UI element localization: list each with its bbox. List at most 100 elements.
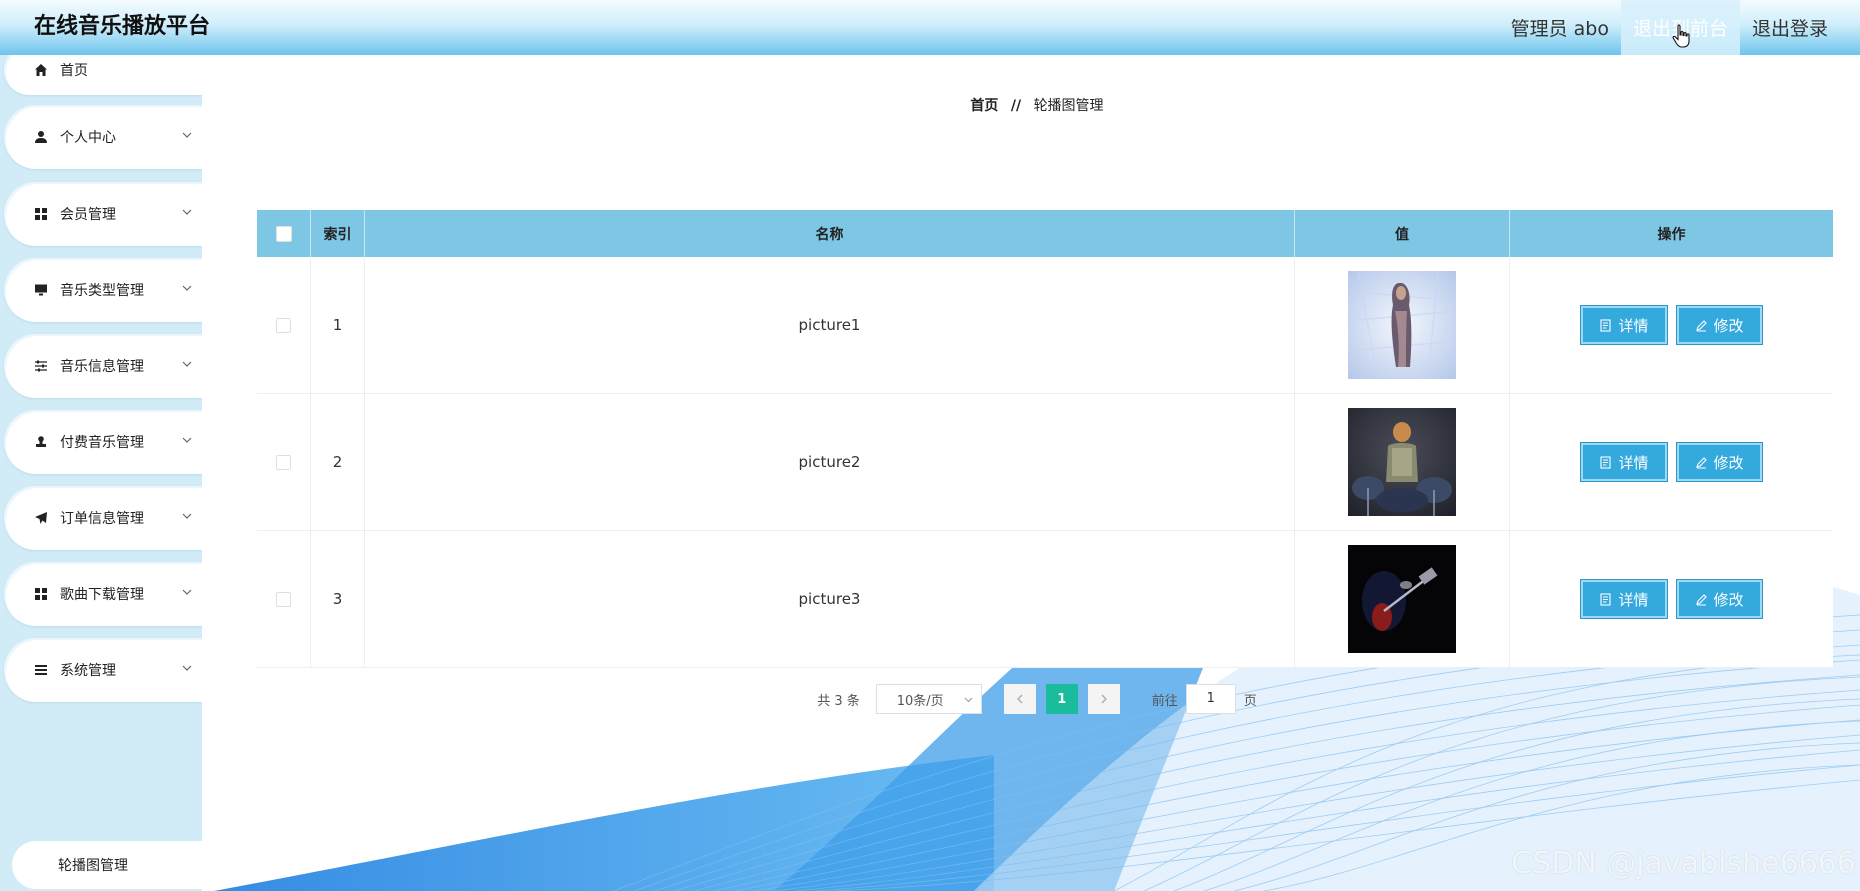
sidebar-item-label: 订单信息管理 [60,511,144,527]
row-value-cell [1295,257,1510,393]
table-header: 索引 名称 值 操作 [257,210,1833,257]
edit-button[interactable]: 修改 [1675,305,1763,345]
row-value-cell [1295,531,1510,667]
next-page-button[interactable] [1087,684,1120,714]
monitor-icon [34,283,48,297]
pagination: 共 3 条 10条/页 1 前往 1 页 [214,683,1860,715]
select-all-checkbox[interactable] [275,225,292,242]
sliders-icon [34,359,48,373]
chevron-down-icon [182,209,192,215]
sidebar-item-label: 音乐类型管理 [60,283,144,299]
sidebar-item-system[interactable]: 系统管理 [4,638,204,702]
main-content: 首页 // 轮播图管理 索引 名称 值 操作 1 picture1 详情 修改 … [214,55,1860,891]
edit-button[interactable]: 修改 [1675,579,1763,619]
admin-user-label: 管理员 abo [1510,18,1609,40]
chevron-right-icon [1101,694,1107,704]
row-name: picture3 [365,531,1295,667]
sidebar-item-downloads[interactable]: 歌曲下载管理 [4,562,204,626]
sidebar-item-label: 首页 [60,63,88,79]
column-header-value: 值 [1295,210,1510,257]
sidebar-item-label: 歌曲下载管理 [60,587,144,603]
table-row: 1 picture1 详情 修改 [257,257,1833,394]
sidebar-item-members[interactable]: 会员管理 [4,182,204,246]
detail-button[interactable]: 详情 [1580,579,1668,619]
table-row: 3 picture3 详情 修改 [257,531,1833,668]
top-header: 在线音乐播放平台 管理员 abo 退出到前台 退出登录 [0,0,1860,55]
header-actions: 管理员 abo 退出到前台 退出登录 [1499,0,1840,55]
chevron-left-icon [1016,694,1023,704]
document-icon [1600,592,1612,606]
chevron-down-icon [182,132,192,138]
goto-label: 前往 [1151,693,1178,709]
chevron-down-icon [182,589,192,595]
column-header-name: 名称 [365,210,1295,257]
edit-button[interactable]: 修改 [1675,442,1763,482]
sidebar-item-profile[interactable]: 个人中心 [4,105,204,169]
row-name: picture1 [365,257,1295,393]
edit-button-label: 修改 [1713,453,1744,472]
sidebar-item-label: 系统管理 [60,663,116,679]
woman-portrait-image [1348,271,1456,379]
row-select-cell [257,257,311,393]
sidebar: 首页 个人中心 会员管理 音乐类型管理 音乐信息管理 付费音乐管理 订单信息管理… [0,45,210,891]
grid-icon [34,207,48,221]
pencil-icon [1695,456,1707,468]
row-value-cell [1295,394,1510,530]
chevron-down-icon [182,665,192,671]
select-all-cell [257,210,311,257]
page-size-select[interactable]: 10条/页 [875,684,982,714]
row-name: picture2 [365,394,1295,530]
row-index: 3 [311,531,365,667]
column-header-actions: 操作 [1657,226,1686,243]
prev-page-button[interactable] [1003,684,1036,714]
send-icon [34,511,48,525]
app-title: 在线音乐播放平台 [34,14,211,39]
user-icon [34,130,48,144]
grid-icon [34,587,48,601]
breadcrumb: 首页 // 轮播图管理 [214,95,1860,115]
pencil-icon [1695,593,1707,605]
row-index: 1 [311,257,365,393]
drummer-image [1348,408,1456,516]
sidebar-item-label: 付费音乐管理 [60,435,144,451]
home-icon [34,63,48,77]
logout-link[interactable]: 退出登录 [1740,0,1840,55]
list-icon [34,663,48,677]
chevron-down-icon [182,437,192,443]
watermark-text: CSDN @javabishe6666 [1511,846,1856,881]
chevron-down-icon [182,513,192,519]
row-checkbox[interactable] [276,454,291,470]
sidebar-item-music-types[interactable]: 音乐类型管理 [4,258,204,322]
sidebar-item-paid-music[interactable]: 付费音乐管理 [4,410,204,474]
page-number-current[interactable]: 1 [1045,684,1078,714]
sidebar-item-orders[interactable]: 订单信息管理 [4,486,204,550]
sidebar-subitem-carousel[interactable]: 轮播图管理 [12,841,202,889]
row-select-cell [257,394,311,530]
detail-button-label: 详情 [1618,316,1649,335]
detail-button[interactable]: 详情 [1580,442,1668,482]
row-actions-cell: 详情 修改 [1510,394,1833,530]
sidebar-item-label: 会员管理 [60,207,116,223]
sidebar-item-label: 个人中心 [60,130,116,146]
page-size-value: 10条/页 [896,693,944,709]
table-row: 2 picture2 详情 修改 [257,394,1833,531]
breadcrumb-separator: // [1010,98,1022,114]
sidebar-item-music-info[interactable]: 音乐信息管理 [4,334,204,398]
column-header-index: 索引 [311,210,365,257]
row-checkbox[interactable] [276,317,291,333]
detail-button-label: 详情 [1618,453,1649,472]
detail-button-label: 详情 [1618,590,1649,609]
goto-page-input[interactable]: 1 [1185,684,1236,714]
hand-cursor-icon [1672,24,1690,48]
edit-button-label: 修改 [1713,316,1744,335]
page-unit-label: 页 [1243,693,1257,709]
total-count: 共 3 条 [817,693,860,709]
document-icon [1600,455,1612,469]
chevron-down-icon [182,285,192,291]
row-select-cell [257,531,311,667]
row-checkbox[interactable] [276,591,291,607]
detail-button[interactable]: 详情 [1580,305,1668,345]
row-index: 2 [311,394,365,530]
breadcrumb-home[interactable]: 首页 [970,98,998,114]
breadcrumb-current: 轮播图管理 [1033,98,1104,114]
